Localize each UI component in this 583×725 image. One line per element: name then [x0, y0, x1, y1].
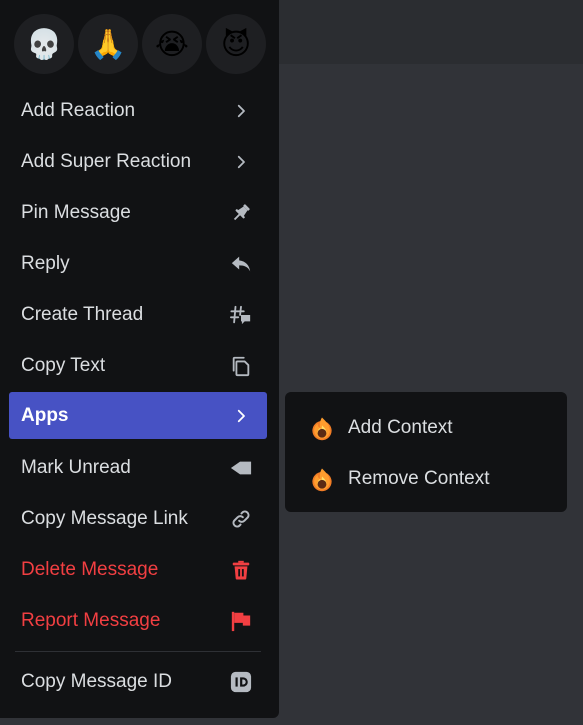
fire-app-icon — [312, 417, 332, 441]
menu-item-label: Delete Message — [21, 558, 159, 580]
chevron-right-icon — [229, 404, 253, 428]
menu-item-mark-unread[interactable]: Mark Unread — [9, 444, 267, 491]
skull-emoji-icon: 💀 — [25, 26, 63, 61]
mark-unread-icon — [229, 456, 253, 480]
submenu-item-label: Remove Context — [348, 468, 490, 489]
reaction-sob-button[interactable]: 😭 — [142, 14, 202, 74]
menu-item-label: Add Reaction — [21, 99, 136, 121]
menu-item-copy-message-link[interactable]: Copy Message Link — [9, 495, 267, 542]
menu-item-label: Mark Unread — [21, 456, 131, 478]
reaction-pray-button[interactable]: 🙏 — [78, 14, 138, 74]
trash-icon — [229, 558, 253, 582]
pray-emoji-icon: 🙏 — [89, 26, 127, 61]
menu-item-label: Copy Text — [21, 354, 106, 376]
copy-icon — [229, 354, 253, 378]
apps-submenu: Add Context Remove Context — [285, 392, 567, 512]
reaction-skull-button[interactable]: 💀 — [14, 14, 74, 74]
submenu-item-add-context[interactable]: Add Context — [295, 405, 557, 451]
menu-divider — [15, 651, 261, 652]
menu-item-label: Copy Message Link — [21, 507, 188, 529]
pin-icon — [229, 201, 253, 225]
menu-item-label: Apps — [21, 404, 69, 426]
menu-item-label: Add Super Reaction — [21, 150, 192, 172]
submenu-item-remove-context[interactable]: Remove Context — [295, 456, 557, 502]
chevron-right-icon — [229, 99, 253, 123]
menu-item-delete-message[interactable]: Delete Message — [9, 546, 267, 593]
submenu-item-label: Add Context — [348, 417, 453, 438]
chevron-right-icon — [229, 150, 253, 174]
menu-item-copy-text[interactable]: Copy Text — [9, 342, 267, 389]
menu-item-copy-message-id[interactable]: Copy Message ID — [9, 658, 267, 705]
reaction-smiling-imp-button[interactable]: 😈 — [206, 14, 266, 74]
fire-app-icon — [312, 468, 332, 492]
sob-emoji-icon: 😭 — [155, 26, 189, 61]
menu-item-add-reaction[interactable]: Add Reaction — [9, 87, 267, 134]
menu-item-apps[interactable]: Apps — [9, 392, 267, 439]
smiling-imp-emoji-icon: 😈 — [220, 26, 252, 61]
link-icon — [229, 507, 253, 531]
menu-item-label: Pin Message — [21, 201, 131, 223]
quick-reactions: 💀 🙏 😭 😈 — [14, 14, 266, 74]
thread-icon — [229, 303, 253, 327]
menu-item-label: Reply — [21, 252, 70, 274]
reply-arrow-icon — [229, 252, 253, 276]
flag-icon — [229, 609, 253, 633]
message-context-menu: 💀 🙏 😭 😈 Add Reaction Add Super Reaction … — [0, 0, 279, 718]
menu-item-add-super-reaction[interactable]: Add Super Reaction — [9, 138, 267, 185]
menu-item-label: Report Message — [21, 609, 161, 631]
menu-item-label: Create Thread — [21, 303, 144, 325]
menu-item-label: Copy Message ID — [21, 670, 173, 692]
menu-item-pin-message[interactable]: Pin Message — [9, 189, 267, 236]
menu-item-create-thread[interactable]: Create Thread — [9, 291, 267, 338]
menu-item-reply[interactable]: Reply — [9, 240, 267, 287]
id-icon — [229, 670, 253, 694]
menu-item-report-message[interactable]: Report Message — [9, 597, 267, 644]
